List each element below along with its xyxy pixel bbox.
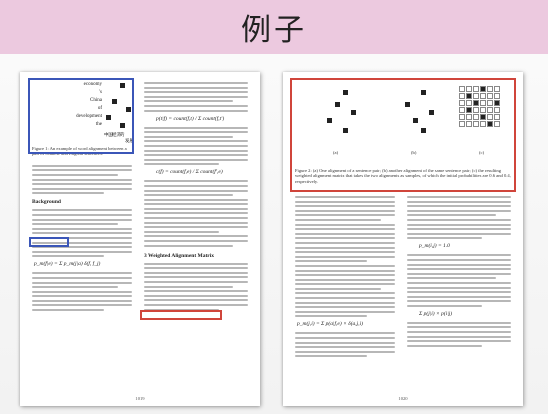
equation: p_m(j,i) = Σ p(a|f,e) × δ(a,j,i): [297, 321, 363, 328]
body-text-block: [32, 209, 132, 258]
highlight-box-section-3-heading: [140, 310, 222, 320]
highlight-box-background-heading: [29, 237, 69, 247]
equation: p_m(i,j) = 1.0: [419, 243, 450, 250]
right-page-column-2: p_m(i,j) = 1.0 Σ p(j|i) × p(i|j): [407, 196, 511, 349]
left-page-column-2: p(t|f) = count(f,t) / Σ count(f,t') c(f)…: [144, 82, 248, 313]
body-text-block: [144, 126, 248, 166]
equation: p_m(f|e) = Σ p_m(j|a) δ(f, f_j): [34, 261, 101, 268]
section-heading-background: Background: [32, 199, 61, 206]
highlight-box-figure-2: [290, 78, 516, 192]
equation: Σ p(j|i) × p(i|j): [419, 310, 453, 317]
page-number: 1020: [398, 396, 408, 401]
section-heading-weighted-alignment-matrix: 3 Weighted Alignment Matrix: [144, 252, 215, 259]
body-text-block: [32, 164, 132, 195]
body-text-block: [32, 272, 132, 312]
equation: p(t|f) = count(f,t) / Σ count(f,t'): [156, 115, 225, 122]
slide-title: 例子: [241, 13, 307, 48]
slide-title-banner: 例子: [0, 0, 548, 54]
paper-page-right: (a) (b) (c) Figure 2: (a) One alignment …: [283, 72, 523, 406]
right-page-column-1: p_m(j,i) = Σ p(a|f,e) × δ(a,j,i): [295, 196, 395, 360]
equation: c(f) = count(f,e) / Σ count(f',e): [156, 169, 223, 176]
body-text-block: [144, 180, 248, 247]
page-number: 1019: [135, 396, 145, 401]
slide-body: economy 's China of development the 中国 经…: [0, 54, 548, 414]
paper-page-left: economy 's China of development the 中国 经…: [20, 72, 260, 406]
highlight-box-figure-1: [28, 78, 134, 154]
body-text-block: [144, 82, 248, 112]
body-text-block: [144, 262, 248, 311]
